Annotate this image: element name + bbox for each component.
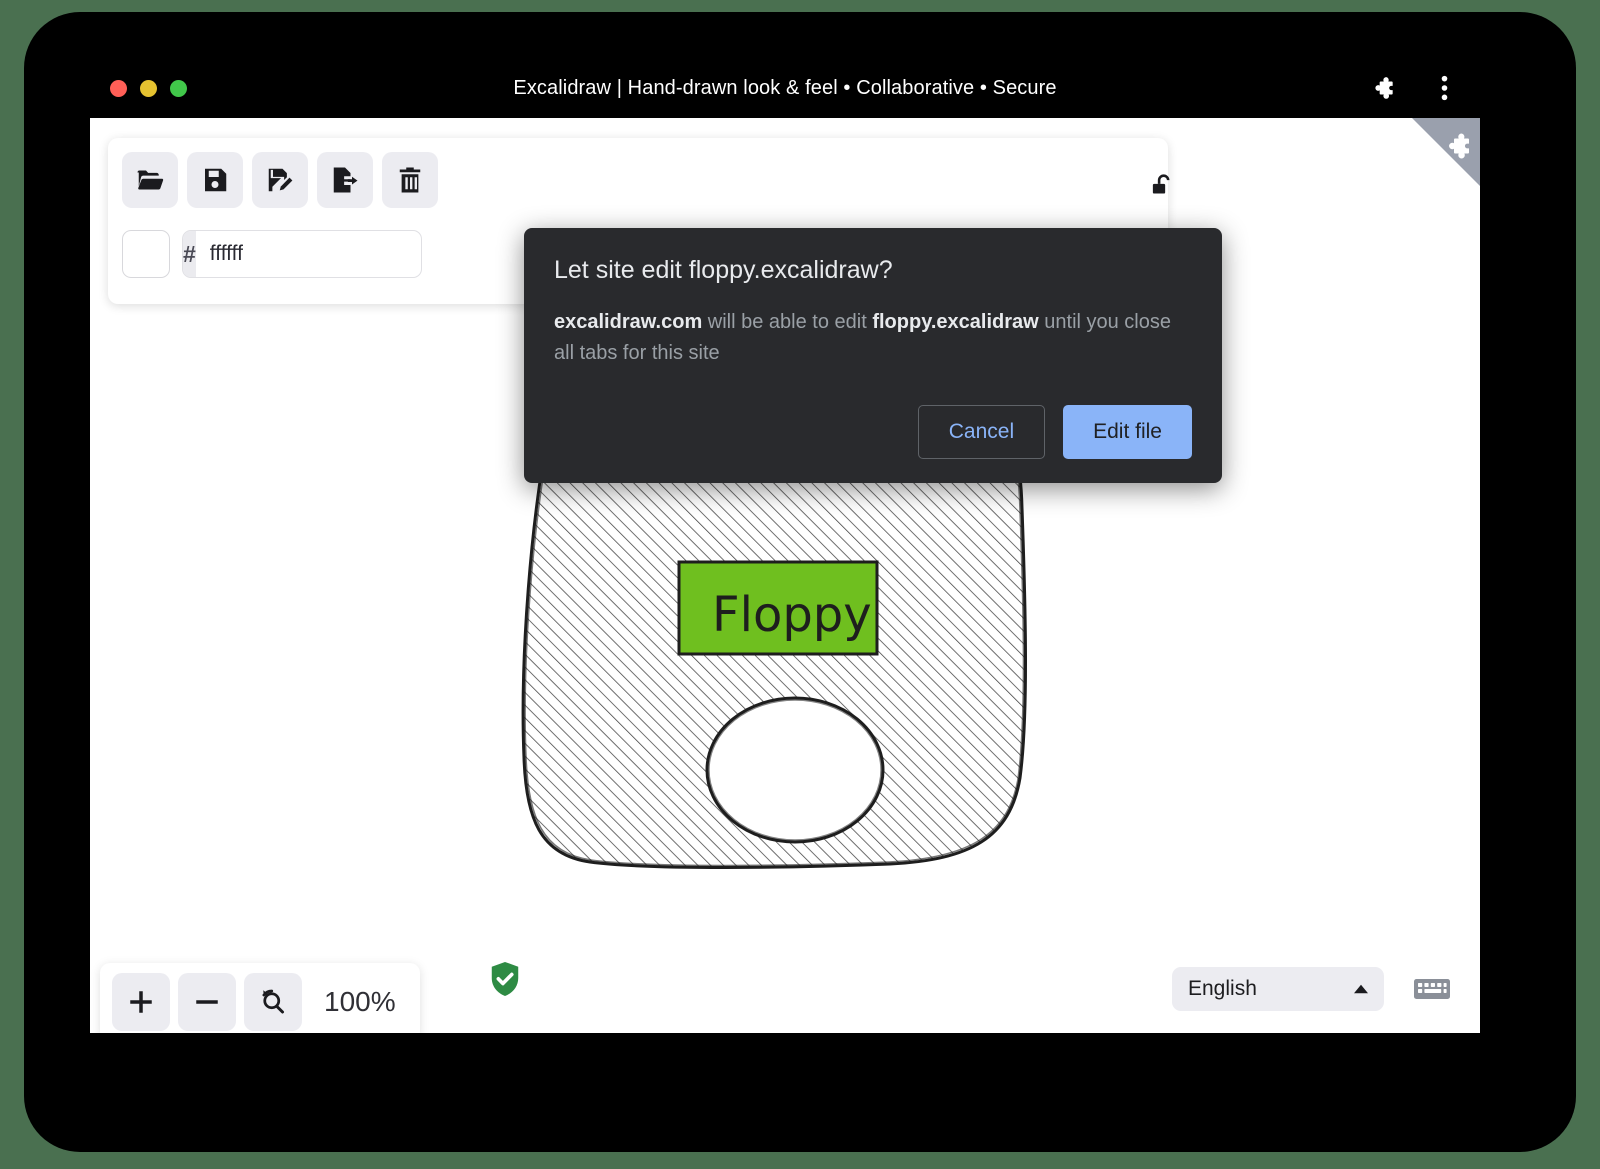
minimize-window-button[interactable] (140, 80, 157, 97)
unlock-icon (1150, 172, 1176, 200)
dialog-origin: excalidraw.com (554, 311, 702, 333)
zoom-controls-island: 100% (100, 963, 420, 1033)
save-button[interactable] (187, 152, 243, 208)
keyboard-icon (1413, 976, 1451, 1002)
chevron-up-icon (1352, 983, 1370, 995)
language-select[interactable]: English (1172, 967, 1384, 1011)
reset-canvas-button[interactable] (382, 152, 438, 208)
browser-titlebar: Excalidraw | Hand-drawn look & feel • Co… (90, 58, 1480, 118)
puzzle-piece-icon (1371, 75, 1397, 101)
close-window-button[interactable] (110, 80, 127, 97)
dialog-text-mid: will be able to edit (702, 311, 872, 333)
puzzle-piece-icon (1444, 131, 1474, 161)
file-permission-dialog: Let site edit floppy.excalidraw? excalid… (524, 228, 1222, 483)
open-button[interactable] (122, 152, 178, 208)
reset-zoom-icon (258, 987, 288, 1017)
save-icon (200, 165, 230, 195)
export-icon (330, 165, 360, 195)
dialog-actions: Cancel Edit file (554, 405, 1192, 459)
floppy-label-text: Floppy (712, 587, 872, 643)
page-title: Excalidraw | Hand-drawn look & feel • Co… (90, 77, 1480, 100)
open-folder-icon (135, 165, 165, 195)
excalidraw-canvas-area[interactable]: Floppy (90, 118, 1480, 1033)
extension-corner-badge (1412, 118, 1480, 186)
zoom-in-button[interactable] (112, 973, 170, 1031)
extensions-button[interactable] (1364, 68, 1404, 108)
floppy-hub-hole (707, 698, 883, 842)
traffic-lights (110, 80, 187, 97)
minus-icon (192, 987, 222, 1017)
titlebar-actions (1364, 68, 1464, 108)
language-selector-island: English (1172, 967, 1384, 1011)
hex-color-field[interactable]: # (182, 230, 422, 278)
plus-icon (126, 987, 156, 1017)
hex-prefix-label: # (183, 231, 196, 277)
keyboard-shortcuts-button[interactable] (1410, 969, 1454, 1009)
shield-check-icon (488, 960, 522, 998)
language-select-value: English (1188, 977, 1257, 1001)
save-as-button[interactable] (252, 152, 308, 208)
browser-window: Excalidraw | Hand-drawn look & feel • Co… (90, 58, 1480, 1033)
browser-menu-button[interactable] (1424, 68, 1464, 108)
color-swatch-preview[interactable] (122, 230, 170, 278)
export-button[interactable] (317, 152, 373, 208)
file-actions-row (122, 152, 1154, 208)
reset-zoom-button[interactable] (244, 973, 302, 1031)
dialog-title: Let site edit floppy.excalidraw? (554, 256, 1192, 285)
three-dot-menu-icon (1441, 74, 1448, 102)
maximize-window-button[interactable] (170, 80, 187, 97)
cancel-button[interactable]: Cancel (918, 405, 1045, 459)
dialog-filename: floppy.excalidraw (872, 311, 1038, 333)
zoom-level-label[interactable]: 100% (310, 986, 408, 1018)
dialog-body: excalidraw.com will be able to edit flop… (554, 307, 1192, 369)
zoom-out-button[interactable] (178, 973, 236, 1031)
save-as-icon (265, 165, 295, 195)
trash-icon (395, 165, 425, 195)
edit-file-button[interactable]: Edit file (1063, 405, 1192, 459)
lock-toggle-button[interactable] (1143, 166, 1183, 206)
hex-color-input[interactable] (196, 231, 422, 277)
security-shield-badge[interactable] (488, 960, 522, 1003)
